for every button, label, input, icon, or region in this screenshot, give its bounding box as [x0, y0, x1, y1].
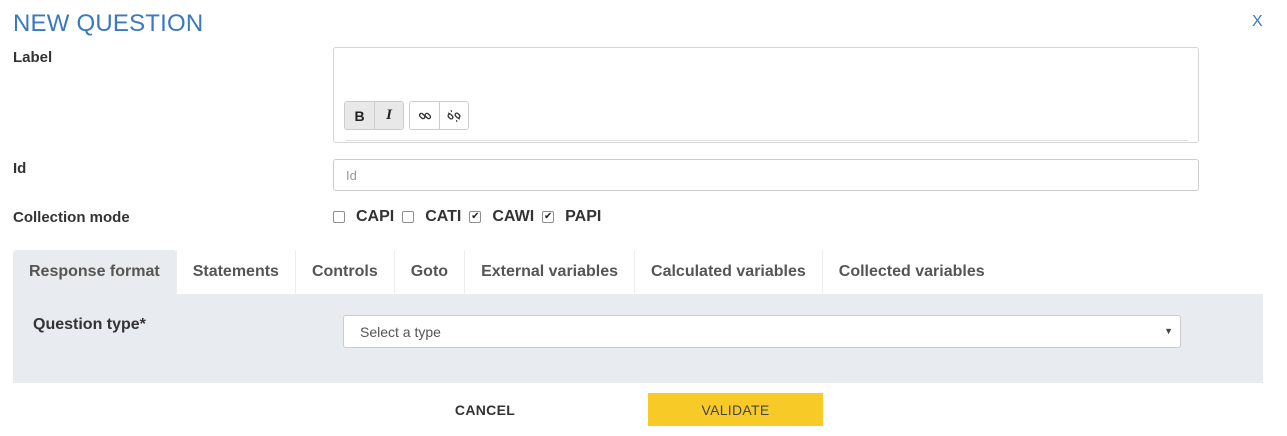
chevron-down-icon: ▼	[1164, 326, 1173, 336]
collection-mode-capi-label: CAPI	[356, 208, 395, 225]
tab-controls[interactable]: Controls	[294, 250, 394, 294]
question-tabs-panel: Response format Statements Controls Goto…	[13, 250, 1263, 383]
tab-goto[interactable]: Goto	[393, 250, 465, 294]
link-button-group	[409, 101, 469, 130]
collection-mode-cati-label: CATI	[425, 208, 462, 225]
collection-mode-label: Collection mode	[13, 209, 130, 226]
link-icon	[418, 112, 431, 119]
label-rich-editor[interactable]: B I	[333, 47, 1199, 143]
checkbox-papi[interactable]: ✔	[542, 211, 555, 223]
tab-statements[interactable]: Statements	[175, 250, 295, 294]
tab-collected-variables[interactable]: Collected variables	[821, 250, 1001, 294]
tab-response-format[interactable]: Response format	[13, 250, 176, 294]
question-type-selected-value: Select a type	[360, 323, 441, 340]
id-input[interactable]	[333, 159, 1199, 191]
check-icon: ✔	[543, 211, 553, 222]
editor-divider	[346, 140, 1188, 141]
unlink-icon	[447, 109, 461, 122]
close-button[interactable]: X	[1252, 13, 1263, 31]
bold-button[interactable]: B	[345, 102, 374, 129]
label-field-label: Label	[13, 49, 53, 66]
tab-external-variables[interactable]: External variables	[464, 250, 635, 294]
checkbox-capi[interactable]	[333, 211, 345, 223]
question-type-label: Question type*	[33, 316, 146, 333]
collection-mode-cawi-label: CAWI	[492, 208, 535, 225]
unlink-button[interactable]	[439, 102, 468, 129]
validate-button[interactable]: VALIDATE	[648, 393, 823, 426]
bold-icon: B	[354, 107, 365, 124]
collection-mode-papi[interactable]: ✔ PAPI	[542, 208, 601, 226]
tab-calculated-variables[interactable]: Calculated variables	[634, 250, 822, 294]
cancel-button[interactable]: CANCEL	[420, 393, 550, 426]
question-type-select[interactable]: Select a type ▼	[343, 315, 1181, 348]
italic-button[interactable]: I	[374, 102, 403, 129]
check-icon: ✔	[471, 211, 480, 222]
collection-mode-options: CAPI CATI ✔ CAWI ✔ PAPI	[333, 208, 609, 226]
editor-toolbar: B I	[344, 101, 469, 130]
format-button-group: B I	[344, 101, 404, 130]
collection-mode-cawi[interactable]: ✔ CAWI	[469, 208, 534, 226]
collection-mode-cati[interactable]: CATI	[402, 208, 461, 226]
id-field-label: Id	[13, 160, 27, 177]
tab-strip-background	[1006, 250, 1263, 294]
tab-list: Response format Statements Controls Goto…	[13, 250, 1001, 294]
response-format-panel: Question type* Select a type ▼	[13, 294, 1263, 383]
collection-mode-papi-label: PAPI	[565, 208, 602, 225]
checkbox-cawi[interactable]: ✔	[469, 211, 482, 223]
italic-icon: I	[386, 107, 392, 123]
link-button[interactable]	[410, 102, 439, 129]
collection-mode-capi[interactable]: CAPI	[333, 208, 394, 226]
checkbox-cati[interactable]	[402, 211, 415, 223]
dialog-title: NEW QUESTION	[13, 10, 204, 37]
